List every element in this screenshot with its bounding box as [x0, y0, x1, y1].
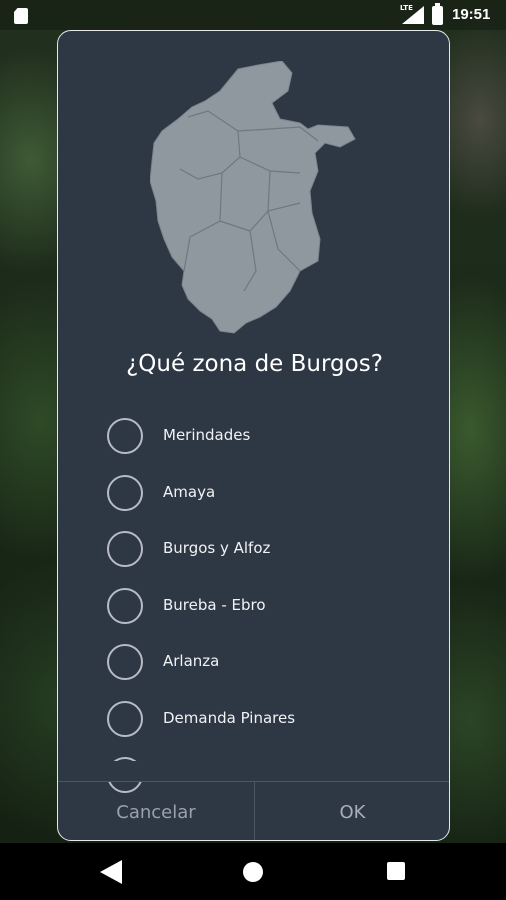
sim-card-icon — [14, 8, 28, 24]
option-label: Burgos y Alfoz — [163, 539, 271, 557]
option-label: Amaya — [163, 483, 216, 501]
cancel-button[interactable]: Cancelar — [58, 782, 254, 840]
radio-button[interactable] — [107, 418, 143, 454]
option-label: Demanda Pinares — [163, 709, 296, 727]
dialog-title: ¿Qué zona de Burgos? — [126, 351, 383, 377]
burgos-province-map-icon — [149, 60, 365, 336]
option-bureba-ebro[interactable]: Bureba - Ebro — [58, 584, 449, 632]
radio-button[interactable] — [107, 644, 143, 680]
back-icon[interactable] — [100, 860, 122, 884]
recent-apps-icon[interactable] — [387, 862, 405, 880]
radio-button[interactable] — [107, 475, 143, 511]
option-label: Arlanza — [163, 652, 220, 670]
home-icon[interactable] — [243, 862, 263, 882]
radio-button[interactable] — [107, 531, 143, 567]
option-burgos-y-alfoz[interactable]: Burgos y Alfoz — [58, 527, 449, 575]
clock-time: 19:51 — [452, 6, 491, 23]
option-merindades[interactable]: Merindades — [58, 414, 449, 462]
radio-button[interactable] — [107, 701, 143, 737]
radio-button[interactable] — [107, 588, 143, 624]
list-scroll-edge — [58, 761, 449, 781]
network-type-label: LTE — [400, 4, 413, 12]
zone-select-dialog: ¿Qué zona de Burgos? Merindades Amaya Bu… — [57, 30, 450, 841]
option-arlanza[interactable]: Arlanza — [58, 640, 449, 688]
option-amaya[interactable]: Amaya — [58, 471, 449, 519]
dialog-footer: Cancelar OK — [58, 781, 449, 840]
option-label: Bureba - Ebro — [163, 596, 266, 614]
ok-button[interactable]: OK — [254, 782, 449, 840]
navigation-bar — [0, 843, 506, 900]
option-label: Merindades — [163, 426, 251, 444]
option-demanda-pinares[interactable]: Demanda Pinares — [58, 697, 449, 745]
status-bar: LTE 19:51 — [0, 0, 506, 30]
battery-charging-icon — [432, 3, 443, 25]
